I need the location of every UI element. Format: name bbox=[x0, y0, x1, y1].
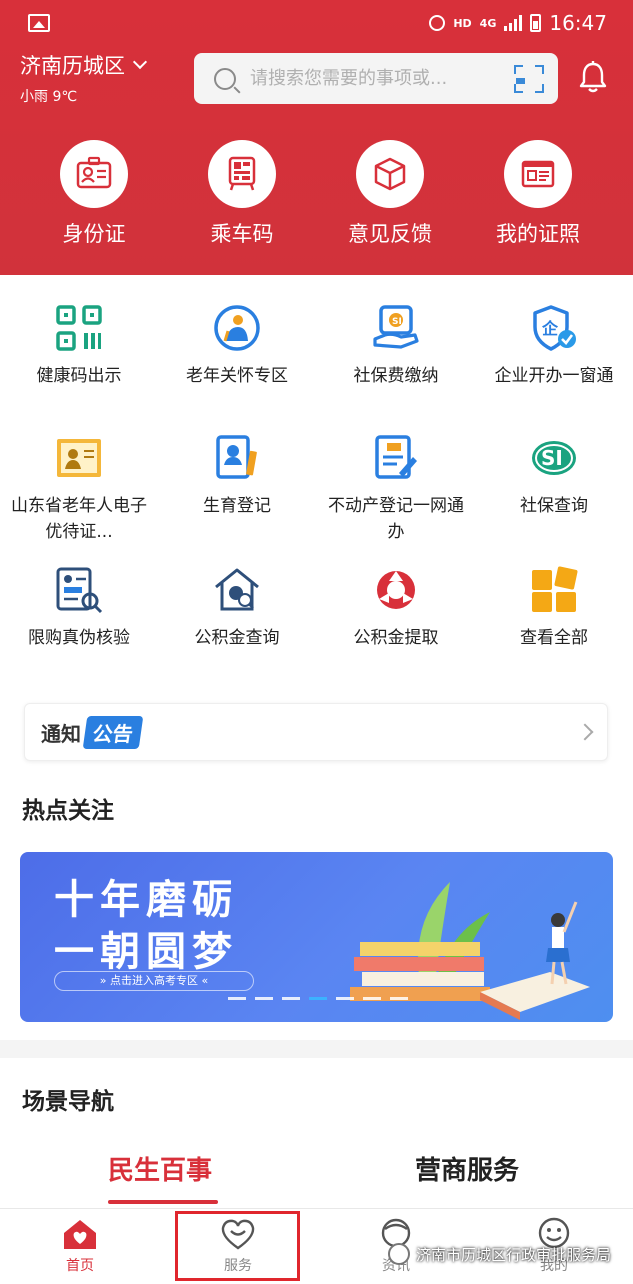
service-elderly-certificate[interactable]: 山东省老年人电子优待证... bbox=[0, 431, 158, 545]
status-bar: HD 4G 16:47 bbox=[0, 0, 633, 46]
notice-bar[interactable]: 通知 公告 bbox=[24, 703, 608, 761]
scene-navigation: 场景导航 民生百事 营商服务 bbox=[0, 1058, 633, 1208]
status-icons: HD 4G 16:47 bbox=[429, 11, 607, 35]
social-security-pay-icon: SI bbox=[369, 301, 423, 355]
service-enterprise-one-window[interactable]: 企 企业开办一窗通 bbox=[475, 301, 633, 389]
quick-id-card[interactable]: 身份证 bbox=[20, 140, 168, 248]
service-label: 查看全部 bbox=[520, 628, 588, 648]
svg-text:SI: SI bbox=[392, 317, 402, 327]
service-birth-registration[interactable]: 生育登记 bbox=[158, 431, 316, 519]
battery-icon bbox=[530, 14, 542, 32]
bus-code-icon bbox=[208, 140, 276, 208]
service-health-code[interactable]: 健康码出示 bbox=[0, 301, 158, 389]
service-label: 社保费缴纳 bbox=[353, 366, 439, 386]
quick-my-license[interactable]: 我的证照 bbox=[464, 140, 612, 248]
watermark-text: 济南市历城区行政审批服务局 bbox=[416, 1245, 612, 1264]
signal-icon bbox=[504, 15, 523, 31]
svg-text:企: 企 bbox=[541, 319, 559, 338]
banner-link[interactable]: » 点击进入高考专区 « bbox=[54, 971, 254, 991]
wechat-logo-icon bbox=[388, 1243, 410, 1265]
search-icon bbox=[214, 67, 236, 90]
city-selector[interactable]: 济南历城区 bbox=[20, 50, 148, 80]
service-label: 老年关怀专区 bbox=[186, 366, 288, 386]
watermark: 济南市历城区行政审批服务局 bbox=[388, 1243, 611, 1265]
birth-registration-icon bbox=[210, 431, 264, 485]
active-tab-indicator bbox=[108, 1200, 218, 1204]
service-label: 限购真伪核验 bbox=[28, 628, 130, 648]
housing-fund-query-icon bbox=[210, 563, 264, 617]
notice-section: 通知 公告 bbox=[0, 675, 633, 785]
scan-icon[interactable] bbox=[514, 64, 544, 93]
service-housing-fund-withdraw[interactable]: 公积金提取 bbox=[317, 563, 475, 651]
qr-code-icon bbox=[52, 301, 106, 355]
quick-label: 身份证 bbox=[62, 222, 126, 246]
service-label: 公积金查询 bbox=[194, 628, 280, 648]
chevron-right-icon bbox=[576, 723, 594, 741]
banner-headline: 十年磨砺 一朝圆梦 bbox=[54, 874, 238, 978]
service-elderly-care[interactable]: 老年关怀专区 bbox=[158, 301, 316, 389]
housing-fund-withdraw-icon bbox=[369, 563, 423, 617]
svg-text:SI: SI bbox=[541, 446, 563, 470]
quick-actions: 身份证 乘车码 意见反馈 我的证照 bbox=[0, 140, 633, 248]
purchase-verify-icon bbox=[52, 563, 106, 617]
service-real-estate-registration[interactable]: 不动产登记一网通办 bbox=[317, 431, 475, 545]
tab-livelihood[interactable]: 民生百事 bbox=[108, 1150, 212, 1187]
quick-label: 乘车码 bbox=[210, 222, 274, 246]
service-label: 山东省老年人电子优待证... bbox=[11, 496, 147, 542]
service-social-security-pay[interactable]: SI 社保费缴纳 bbox=[317, 301, 475, 389]
highlight-box bbox=[175, 1211, 300, 1281]
elderly-certificate-icon bbox=[52, 431, 106, 485]
weather-info: 小雨 9℃ bbox=[20, 89, 78, 105]
header: HD 4G 16:47 济南历城区 小雨 9℃ 身份证 bbox=[0, 0, 633, 275]
tab-business[interactable]: 营商服务 bbox=[415, 1150, 519, 1187]
social-security-query-icon: SI bbox=[527, 431, 581, 485]
service-label: 社保查询 bbox=[520, 496, 588, 516]
notice-label: 通知 bbox=[41, 721, 81, 746]
view-all-icon bbox=[527, 563, 581, 617]
city-name: 济南历城区 bbox=[20, 54, 125, 78]
search-bar[interactable] bbox=[194, 53, 558, 104]
feedback-cube-icon bbox=[356, 140, 424, 208]
service-purchase-verify[interactable]: 限购真伪核验 bbox=[0, 563, 158, 651]
quick-label: 我的证照 bbox=[496, 222, 580, 246]
service-label: 公积金提取 bbox=[353, 628, 439, 648]
real-estate-registration-icon bbox=[369, 431, 423, 485]
hd-indicator: HD bbox=[453, 16, 472, 30]
service-housing-fund-query[interactable]: 公积金查询 bbox=[158, 563, 316, 651]
service-view-all[interactable]: 查看全部 bbox=[475, 563, 633, 651]
section-title: 场景导航 bbox=[22, 1089, 114, 1115]
service-label: 生育登记 bbox=[203, 496, 271, 516]
banner-line-1: 十年磨砺 bbox=[54, 877, 238, 923]
quick-label: 意见反馈 bbox=[348, 222, 432, 246]
quick-bus-code[interactable]: 乘车码 bbox=[168, 140, 316, 248]
carousel-dots bbox=[228, 997, 408, 1000]
section-title: 热点关注 bbox=[22, 798, 114, 824]
alarm-icon bbox=[429, 15, 446, 31]
elderly-care-icon bbox=[210, 301, 264, 355]
enterprise-shield-icon: 企 bbox=[527, 301, 581, 355]
service-grid: 健康码出示 老年关怀专区 SI 社保费缴纳 企 企业开办一窗通 山东省老年人电子… bbox=[0, 275, 633, 675]
tab-label: 首页 bbox=[66, 1258, 94, 1274]
gallery-notification-icon bbox=[28, 14, 50, 32]
service-label: 不动产登记一网通办 bbox=[328, 496, 464, 542]
tab-home[interactable]: 首页 bbox=[40, 1217, 120, 1275]
announcement-label: 公告 bbox=[82, 715, 144, 749]
service-social-security-query[interactable]: SI 社保查询 bbox=[475, 431, 633, 519]
status-time: 16:47 bbox=[549, 11, 607, 35]
hot-section: 热点关注 十年磨砺 一朝圆梦 » 点击进入高考专区 « bbox=[0, 785, 633, 1040]
quick-feedback[interactable]: 意见反馈 bbox=[316, 140, 464, 248]
network-indicator: 4G bbox=[479, 16, 497, 30]
home-icon bbox=[64, 1220, 96, 1249]
service-label: 企业开办一窗通 bbox=[494, 366, 614, 386]
service-label: 健康码出示 bbox=[36, 366, 122, 386]
search-input[interactable] bbox=[250, 68, 514, 89]
bell-icon[interactable] bbox=[577, 60, 609, 94]
chevron-down-icon bbox=[132, 54, 148, 70]
hot-banner[interactable]: 十年磨砺 一朝圆梦 » 点击进入高考专区 « bbox=[20, 852, 613, 1022]
license-icon bbox=[504, 140, 572, 208]
id-card-icon bbox=[60, 140, 128, 208]
